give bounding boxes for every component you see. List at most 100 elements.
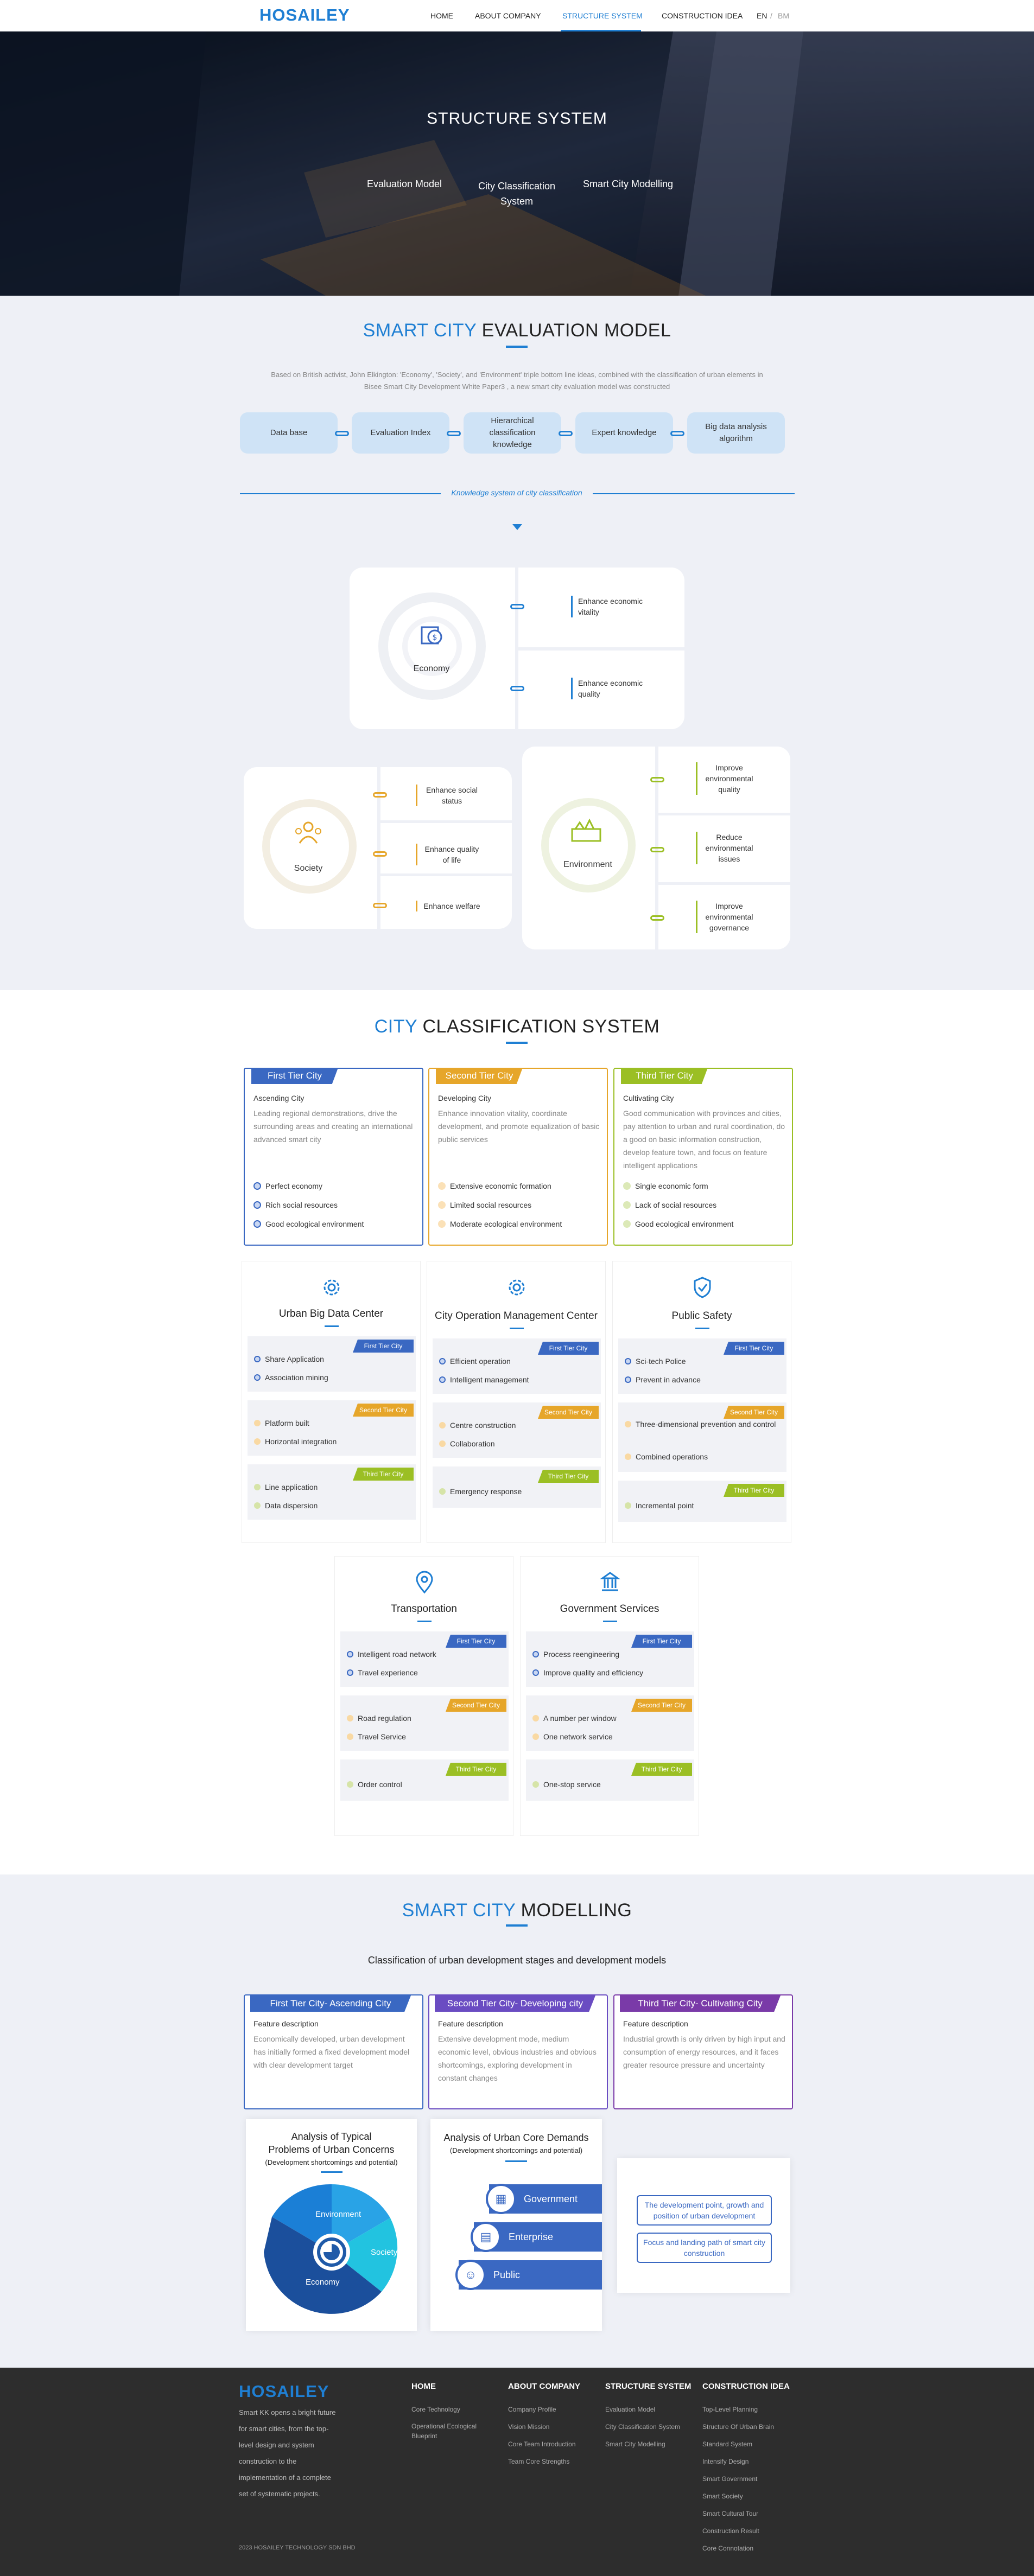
hero-tab-smart-city-modelling[interactable]: Smart City Modelling (576, 178, 680, 190)
concerns-pie: Environment Society Economy (264, 2184, 398, 2314)
divider (658, 813, 790, 815)
footer-link[interactable]: Core Connotation (702, 2543, 753, 2553)
pie-label-economy: Economy (306, 2278, 340, 2287)
model-card-head: Second Tier City- Developing city (435, 1995, 595, 2012)
tier-subtitle: Developing City (438, 1094, 492, 1102)
nav-about-company[interactable]: ABOUT COMPANY (475, 11, 541, 20)
hero-banner: STRUCTURE SYSTEM Evaluation Model City C… (0, 31, 1034, 296)
tier-card-first: First Tier City Ascending City Leading r… (244, 1068, 423, 1246)
benefit-economic-vitality: Enhance economic vitality (571, 596, 647, 617)
public-icon: ☺ (455, 2260, 486, 2290)
footer-about: Smart KK opens a bright future for smart… (239, 2408, 336, 2498)
tier-panel-first: First Tier City Process reengineering Im… (526, 1631, 694, 1687)
hero-city-image (0, 31, 1034, 296)
demand-public: ☺ Public (455, 2260, 602, 2290)
tier-tag: First Tier City (353, 1340, 414, 1353)
knowledge-system-label: Knowledge system of city classification (451, 488, 582, 497)
footer-link[interactable]: Smart Cultural Tour (702, 2509, 758, 2518)
analysis-title: Analysis of Urban Core Demands (443, 2132, 589, 2143)
footer-col-head[interactable]: ABOUT COMPANY (508, 2382, 580, 2391)
analysis-demands-panel: Analysis of Urban Core Demands (Developm… (430, 2119, 602, 2331)
footer-link[interactable]: Smart Government (702, 2474, 757, 2484)
center-item: Combined operations (625, 1451, 708, 1462)
center-item: Efficient operation (439, 1356, 511, 1367)
tier-panel-second: Second Tier City Three-dimensional preve… (618, 1402, 786, 1472)
footer (0, 2368, 1034, 2576)
tier-description: Enhance innovation vitality, coordinate … (438, 1109, 600, 1144)
environment-icon (571, 818, 601, 842)
footer-link[interactable]: Smart Society (702, 2491, 743, 2501)
model-card-head: First Tier City- Ascending City (250, 1995, 411, 2012)
footer-link[interactable]: Top-Level Planning (702, 2405, 758, 2414)
footer-link[interactable]: Structure Of Urban Brain (702, 2422, 774, 2432)
benefit-welfare: Enhance welfare (416, 901, 481, 911)
tier-subtitle: Cultivating City (623, 1094, 674, 1102)
model-card-first: First Tier City- Ascending City Feature … (244, 1994, 423, 2109)
lang-en[interactable]: EN (757, 11, 767, 20)
title-underline (321, 2171, 342, 2173)
center-title: Public Safety (671, 1310, 732, 1322)
flow-data-base: Data base (240, 412, 338, 454)
nav-structure-system[interactable]: STRUCTURE SYSTEM (562, 11, 643, 20)
nav-active-indicator (561, 30, 641, 31)
center-item: Collaboration (439, 1438, 495, 1449)
title-underline (510, 1328, 524, 1329)
tier-panel-third: Third Tier City Order control (340, 1759, 509, 1801)
center-item: Road regulation (347, 1713, 411, 1724)
footer-link[interactable]: Standard System (702, 2439, 752, 2449)
center-item: Intelligent management (439, 1374, 529, 1385)
footer-link[interactable]: Smart City Modelling (605, 2439, 665, 2449)
center-item: Platform built (254, 1418, 309, 1429)
feature-text: Extensive development mode, medium econo… (438, 2035, 597, 2082)
footer-link[interactable]: Core Team Introduction (508, 2439, 576, 2449)
model-card-head: Third Tier City- Cultivating City (620, 1995, 781, 2012)
result-box-landing-path: Focus and landing path of smart city con… (637, 2233, 772, 2263)
footer-link[interactable]: Intensify Design (702, 2457, 748, 2466)
link-icon (650, 847, 664, 852)
center-item: One-stop service (532, 1779, 601, 1790)
tier-card-second: Second Tier City Developing City Enhance… (428, 1068, 608, 1246)
logo[interactable]: HOSAILEY (259, 5, 350, 25)
divider (593, 493, 795, 494)
footer-col-head[interactable]: STRUCTURE SYSTEM (605, 2382, 691, 2391)
hero-tab-city-classification[interactable]: City Classification System (468, 178, 566, 209)
feature-label: Feature description (438, 2019, 503, 2028)
footer-link[interactable]: City Classification System (605, 2422, 680, 2432)
footer-col-head[interactable]: CONSTRUCTION IDEA (702, 2382, 790, 2391)
flow-hierarchical-knowledge: Hierarchical classification knowledge (464, 412, 561, 454)
center-item: Centre construction (439, 1420, 516, 1431)
title-underline (325, 1325, 339, 1327)
enterprise-icon: ▤ (471, 2222, 501, 2252)
nav-construction-idea[interactable]: CONSTRUCTION IDEA (662, 11, 743, 20)
hero-tab-evaluation-model[interactable]: Evaluation Model (358, 178, 451, 190)
footer-link[interactable]: Company Profile (508, 2405, 556, 2414)
tier-item: Rich social resources (253, 1201, 338, 1209)
tier-tag: First Tier City (538, 1342, 599, 1355)
society-icon (295, 821, 321, 844)
tier-tag: First Tier City (251, 1068, 338, 1084)
footer-link[interactable]: Team Core Strengths (508, 2457, 569, 2466)
tier-tag: Second Tier City (538, 1406, 599, 1419)
center-public-safety: Public Safety First Tier City Sci-tech P… (612, 1261, 791, 1543)
shield-icon (694, 1277, 711, 1298)
benefit-social-status: Enhance social status (416, 785, 481, 806)
footer-link[interactable]: Vision Mission (508, 2422, 549, 2432)
footer-link[interactable]: Evaluation Model (605, 2405, 655, 2414)
center-item: Prevent in advance (625, 1374, 701, 1385)
tier-panel-third: Third Tier City Emergency response (433, 1466, 601, 1508)
footer-logo[interactable]: HOSAILEY (239, 2382, 329, 2401)
nav-home[interactable]: HOME (430, 11, 453, 20)
center-item: Travel Service (347, 1731, 406, 1742)
footer-link[interactable]: Construction Result (702, 2526, 759, 2536)
footer-link[interactable]: Operational Ecological Blueprint (411, 2421, 482, 2441)
link-icon (510, 604, 524, 609)
lang-bm[interactable]: BM (778, 11, 789, 20)
tier-item: Lack of social resources (623, 1201, 716, 1209)
footer-link[interactable]: Core Technology (411, 2405, 460, 2414)
link-icon (447, 431, 461, 436)
tier-tag: Second Tier City (631, 1699, 692, 1712)
center-item: Horizontal integration (254, 1436, 337, 1447)
svg-text:$: $ (433, 633, 437, 642)
divider (240, 493, 441, 494)
footer-col-head[interactable]: HOME (411, 2382, 436, 2391)
